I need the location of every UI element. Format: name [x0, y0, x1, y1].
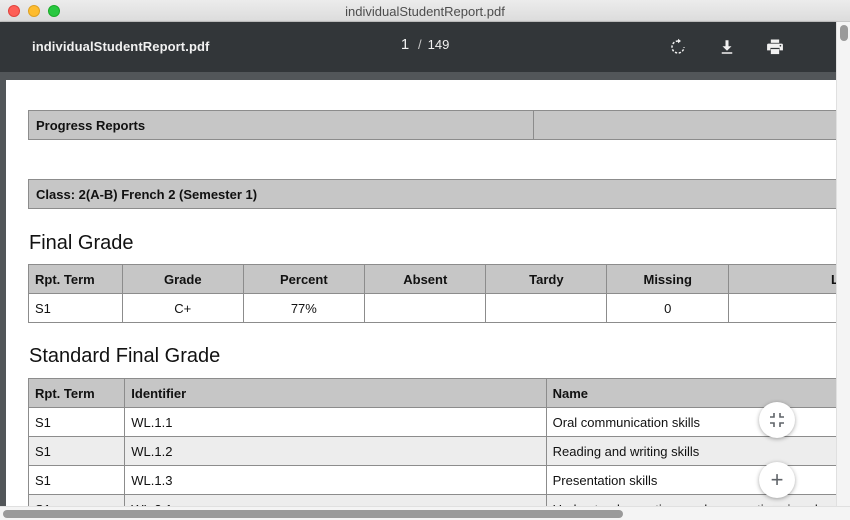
- fit-to-page-icon: [770, 413, 784, 427]
- download-button[interactable]: [715, 35, 739, 59]
- class-header: Class: 2(A-B) French 2 (Semester 1): [28, 179, 836, 209]
- print-icon: [767, 39, 783, 55]
- standard-final-grade-title: Standard Final Grade: [29, 345, 221, 367]
- column-header: Absent: [364, 264, 487, 294]
- column-header: Missing: [606, 264, 730, 294]
- table-row: S1 C+ 77% 0: [27, 293, 836, 323]
- horizontal-scrollbar[interactable]: [0, 506, 850, 520]
- column-header: Percent: [242, 264, 366, 294]
- page-number-input[interactable]: 1: [398, 36, 412, 53]
- document-file-name: individualStudentReport.pdf: [32, 39, 210, 54]
- column-header: Identifier: [124, 378, 547, 408]
- column-header: Rpt. Term: [27, 264, 124, 294]
- table-cell: C+: [122, 293, 244, 323]
- table-cell: S1: [27, 436, 126, 466]
- title-bar: individualStudentReport.pdf: [0, 0, 850, 22]
- table-cell: [485, 293, 608, 323]
- table-cell: WL.1.2: [124, 436, 547, 466]
- table-cell: S1: [27, 293, 124, 323]
- page-separator: /: [418, 37, 422, 52]
- document-viewport[interactable]: Progress Reports Class: 2(A-B) French 2 …: [0, 72, 836, 506]
- page-total: 149: [427, 37, 450, 52]
- download-icon: [721, 40, 733, 54]
- horizontal-scroll-thumb[interactable]: [3, 510, 623, 518]
- pdf-page: Progress Reports Class: 2(A-B) French 2 …: [6, 80, 836, 506]
- final-grade-table: Rpt. Term Grade Percent Absent Tardy Mis…: [27, 264, 836, 323]
- window-title: individualStudentReport.pdf: [345, 4, 505, 19]
- final-grade-title: Final Grade: [29, 232, 134, 254]
- zoom-in-button[interactable]: +: [759, 462, 795, 498]
- column-header: Rpt. Term: [27, 378, 126, 408]
- table-cell: [728, 293, 836, 323]
- column-header: Tardy: [485, 264, 608, 294]
- column-header: Grade: [122, 264, 244, 294]
- table-cell: S1: [27, 494, 126, 506]
- table-cell: S1: [27, 407, 126, 437]
- vertical-scroll-thumb[interactable]: [840, 25, 848, 41]
- table-cell: 0: [606, 293, 730, 323]
- class-label: Class: 2(A-B) French 2 (Semester 1): [36, 187, 258, 202]
- progress-reports-label: Progress Reports: [36, 118, 146, 133]
- table-cell: Reading and writing skills: [545, 436, 836, 466]
- table-header-row: Rpt. Term Identifier Name: [27, 378, 836, 408]
- standard-final-grade-table: Rpt. Term Identifier Name S1 WL.1.1 Oral…: [27, 378, 836, 506]
- column-header: Name: [545, 378, 836, 408]
- table-cell: 77%: [242, 293, 366, 323]
- pdf-viewer-window: individualStudentReport.pdf individualSt…: [0, 0, 850, 520]
- progress-reports-header: Progress Reports: [28, 110, 836, 140]
- table-cell: WL.1.3: [124, 465, 547, 495]
- print-button[interactable]: [763, 35, 787, 59]
- table-row: S1 WL.1.1 Oral communication skills: [27, 407, 836, 437]
- fit-to-page-button[interactable]: [759, 402, 795, 438]
- table-header-row: Rpt. Term Grade Percent Absent Tardy Mis…: [27, 264, 836, 294]
- rotate-button[interactable]: [666, 35, 690, 59]
- page-indicator: 1 / 149: [398, 36, 450, 53]
- pdf-toolbar: individualStudentReport.pdf 1 / 149: [0, 22, 836, 72]
- table-row: S1 WL.1.3 Presentation skills: [27, 465, 836, 495]
- table-cell: [364, 293, 487, 323]
- table-cell: WL.2.1: [124, 494, 547, 506]
- plus-icon: +: [770, 467, 784, 492]
- table-row: S1 WL.1.2 Reading and writing skills: [27, 436, 836, 466]
- vertical-scrollbar[interactable]: [836, 22, 850, 506]
- rotate-icon: [671, 38, 685, 54]
- table-cell: WL.1.1: [124, 407, 547, 437]
- table-cell: S1: [27, 465, 126, 495]
- table-cell: Understands practices and perspectives i…: [545, 494, 836, 506]
- column-header: L: [728, 264, 836, 294]
- table-row: S1 WL.2.1 Understands practices and pers…: [27, 494, 836, 506]
